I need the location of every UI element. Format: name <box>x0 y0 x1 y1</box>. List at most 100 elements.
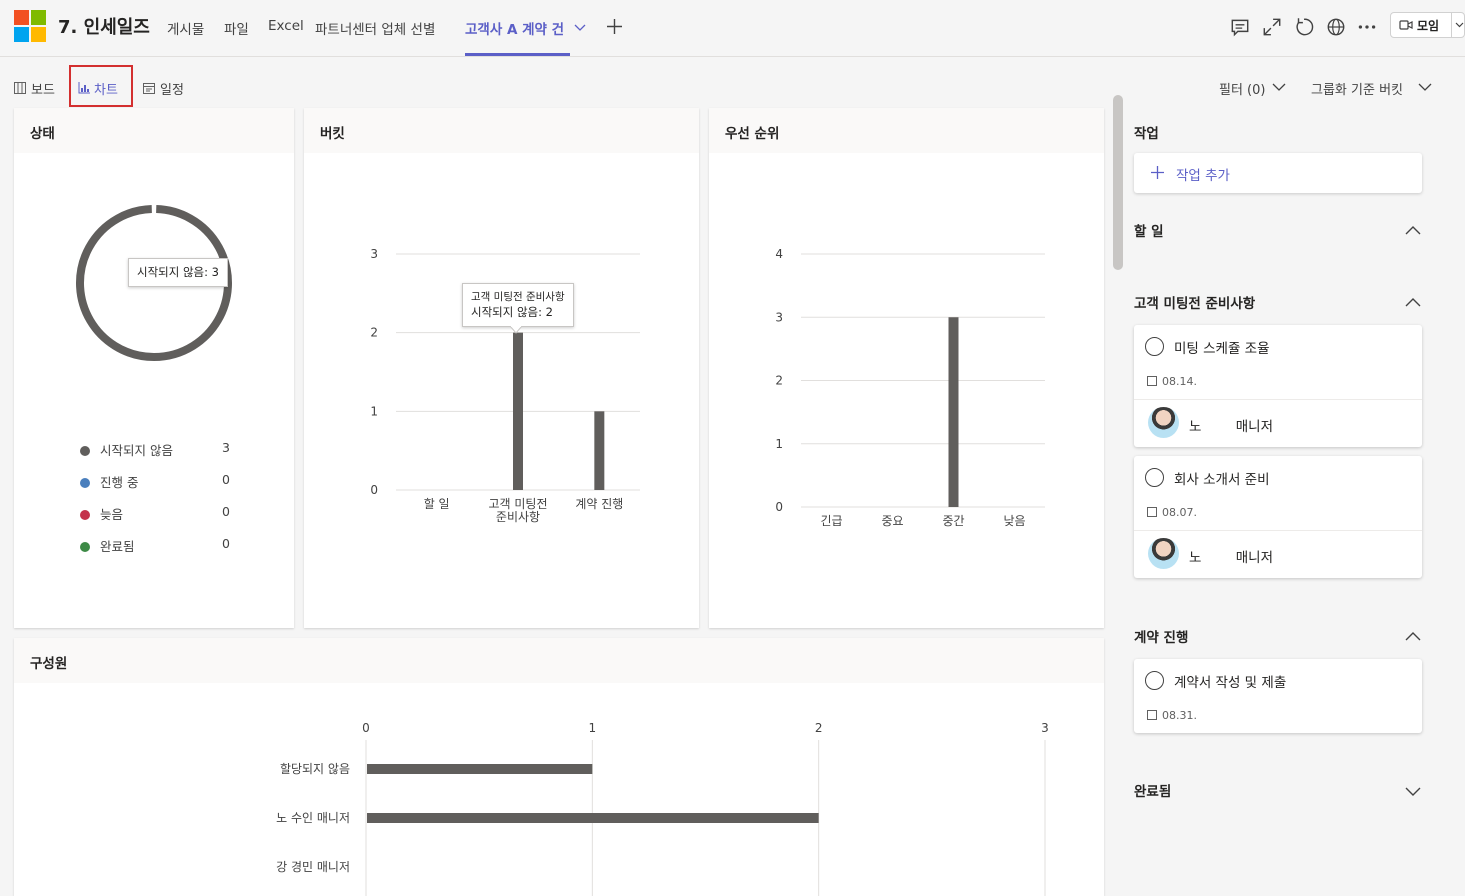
conversation-icon[interactable] <box>1229 16 1251 38</box>
priority-chart-card: 우선 순위 0 1 2 3 4 긴급 중요 중간 낮음 <box>709 108 1104 628</box>
bucket-tooltip: 고객 미팅전 준비사항 시작되지 않음: 2 <box>462 283 574 327</box>
more-options-icon[interactable] <box>1356 16 1378 38</box>
y-tick-label: 1 <box>370 404 378 418</box>
plus-icon <box>1151 166 1164 179</box>
bucket-header-contract[interactable]: 계약 진행 <box>1134 626 1188 646</box>
task-due-date: 08.14. <box>1162 375 1197 388</box>
bucket-bar-chart: 0 1 2 3 할 일 고객 미팅전준비사항 계약 진행 <box>370 247 640 524</box>
x-tick-label: 중요 <box>881 514 903 528</box>
tab-chevron-down-icon[interactable] <box>574 23 586 33</box>
status-legend-item: 완료됨 0 <box>80 536 230 555</box>
legend-label: 늦음 <box>100 507 124 522</box>
meet-chevron-down-icon[interactable] <box>1455 21 1464 29</box>
active-tab-indicator <box>465 53 570 56</box>
task-name: 회사 소개서 준비 <box>1174 472 1270 488</box>
members-bar-chart: 0 1 2 3 할당되지 않음노 수인 매니저강 경민 매니저 <box>276 721 1049 896</box>
task-panel-title: 작업 <box>1134 126 1159 142</box>
tab-partner-center[interactable]: 파트너센터 업체 선별 <box>315 18 435 38</box>
bar <box>594 411 605 490</box>
filter-button[interactable]: 필터 (0) <box>1219 79 1265 98</box>
task-name: 미팅 스케쥴 조율 <box>1174 341 1270 357</box>
chevron-down-icon[interactable] <box>1404 782 1422 800</box>
y-tick-label: 할당되지 않음 <box>280 762 350 776</box>
status-donut-chart <box>76 205 232 361</box>
legend-dot <box>80 510 90 520</box>
group-by-button[interactable]: 그룹화 기준 버킷 <box>1311 79 1403 98</box>
bar <box>367 813 819 823</box>
x-tick-label: 낮음 <box>1003 514 1025 528</box>
meet-button[interactable]: 모임 <box>1390 12 1465 38</box>
expand-icon[interactable] <box>1261 16 1283 38</box>
bucket-header-meeting-prep[interactable]: 고객 미팅전 준비사항 <box>1134 292 1255 312</box>
tab-client-a-contract[interactable]: 고객사 A 계약 건 <box>465 18 564 38</box>
x-tick-label: 준비사항 <box>496 510 540 524</box>
add-task-button[interactable]: 작업 추가 <box>1134 153 1422 193</box>
members-chart-card: 구성원 0 1 2 3 할당되지 않음 노 수인 매니저 강 경민 매니저 <box>14 638 1104 896</box>
team-title: 7. 인세일즈 <box>58 17 150 38</box>
calendar-icon <box>1147 376 1157 386</box>
app-logo-icon <box>14 10 46 42</box>
y-tick-label: 1 <box>775 437 783 451</box>
avatar <box>1148 407 1179 438</box>
bar <box>513 332 523 490</box>
chevron-up-icon[interactable] <box>1404 222 1422 240</box>
board-view-tab[interactable]: 보드 <box>31 79 55 98</box>
y-tick-label: 3 <box>775 310 783 324</box>
legend-dot <box>80 478 90 488</box>
y-tick-label: 4 <box>775 247 783 261</box>
bucket-chart-card: 버킷 0123할 일 고객 미팅전 준비사항 계약 진행 고객 미팅전 준비사항 시작… <box>304 108 699 628</box>
task-name: 계약서 작성 및 제출 <box>1174 675 1287 691</box>
y-tick-label: 2 <box>775 374 783 388</box>
tab-posts[interactable]: 게시물 <box>167 18 204 38</box>
task-card[interactable]: 미팅 스케쥴 조율 08.14. 노 매니저 <box>1134 325 1422 447</box>
meet-label: 모임 <box>1417 19 1440 33</box>
x-tick-label: 중간 <box>942 514 964 528</box>
schedule-view-tab[interactable]: 일정 <box>160 79 184 98</box>
task-due-date: 08.07. <box>1162 506 1197 519</box>
task-complete-checkbox[interactable] <box>1145 468 1164 487</box>
status-chart-card: 상태 시작되지 않음: 3 시작되지 않음 3 진행 중0 늦음 0 완료됨 0 <box>14 108 294 628</box>
tab-files[interactable]: 파일 <box>224 18 249 38</box>
status-tooltip: 시작되지 않음: 3 <box>128 258 228 287</box>
legend-dot <box>80 446 90 456</box>
globe-icon[interactable] <box>1325 16 1347 38</box>
priority-bar-chart: 0 1 2 3 4 긴급 중요 중간 낮음 <box>775 247 1045 528</box>
x-tick-label: 계약 진행 <box>575 496 623 511</box>
filter-chevron-down-icon[interactable] <box>1272 83 1286 92</box>
chevron-up-icon[interactable] <box>1404 294 1422 312</box>
task-card[interactable]: 계약서 작성 및 제출 08.31. <box>1134 659 1422 733</box>
task-complete-checkbox[interactable] <box>1145 337 1164 356</box>
tab-excel[interactable]: Excel <box>268 18 304 34</box>
y-tick-label: 0 <box>370 483 378 497</box>
bucket-tooltip-value: 시작되지 않음: 2 <box>471 305 553 319</box>
bar <box>948 317 959 507</box>
x-tick-label: 긴급 <box>820 514 842 528</box>
status-legend-item: 늦음 0 <box>80 504 230 523</box>
refresh-icon[interactable] <box>1293 16 1315 38</box>
bucket-header-completed[interactable]: 완료됨 <box>1134 780 1171 800</box>
group-by-chevron-down-icon[interactable] <box>1418 83 1432 92</box>
chevron-up-icon[interactable] <box>1404 628 1422 646</box>
task-complete-checkbox[interactable] <box>1145 671 1164 690</box>
bucket-header-todo[interactable]: 할 일 <box>1134 220 1164 240</box>
task-card[interactable]: 회사 소개서 준비 08.07. 노 매니저 <box>1134 456 1422 578</box>
y-tick-label: 강 경민 매니저 <box>276 860 350 874</box>
legend-label: 완료됨 <box>100 539 135 554</box>
task-due-date: 08.31. <box>1162 709 1197 722</box>
y-tick-label: 2 <box>370 326 378 340</box>
x-tick-label: 고객 미팅전 <box>488 497 547 511</box>
scrollbar-thumb[interactable] <box>1113 95 1123 270</box>
legend-label: 시작되지 않음 <box>100 443 173 458</box>
legend-value: 0 <box>222 472 230 487</box>
x-tick-label: 할 일 <box>424 497 450 511</box>
y-tick-label: 0 <box>775 500 783 514</box>
legend-dot <box>80 542 90 552</box>
y-tick-label: 3 <box>370 247 378 261</box>
task-divider <box>1134 399 1422 400</box>
add-tab-icon[interactable] <box>606 18 623 35</box>
bar <box>367 764 593 774</box>
legend-label: 진행 중 <box>100 475 139 490</box>
top-bar: 7. 인세일즈 게시물 파일 Excel 파트너센터 업체 선별 고객사 A 계… <box>0 0 1465 57</box>
assignee-name: 노 매니저 <box>1189 550 1274 566</box>
avatar <box>1148 538 1179 569</box>
